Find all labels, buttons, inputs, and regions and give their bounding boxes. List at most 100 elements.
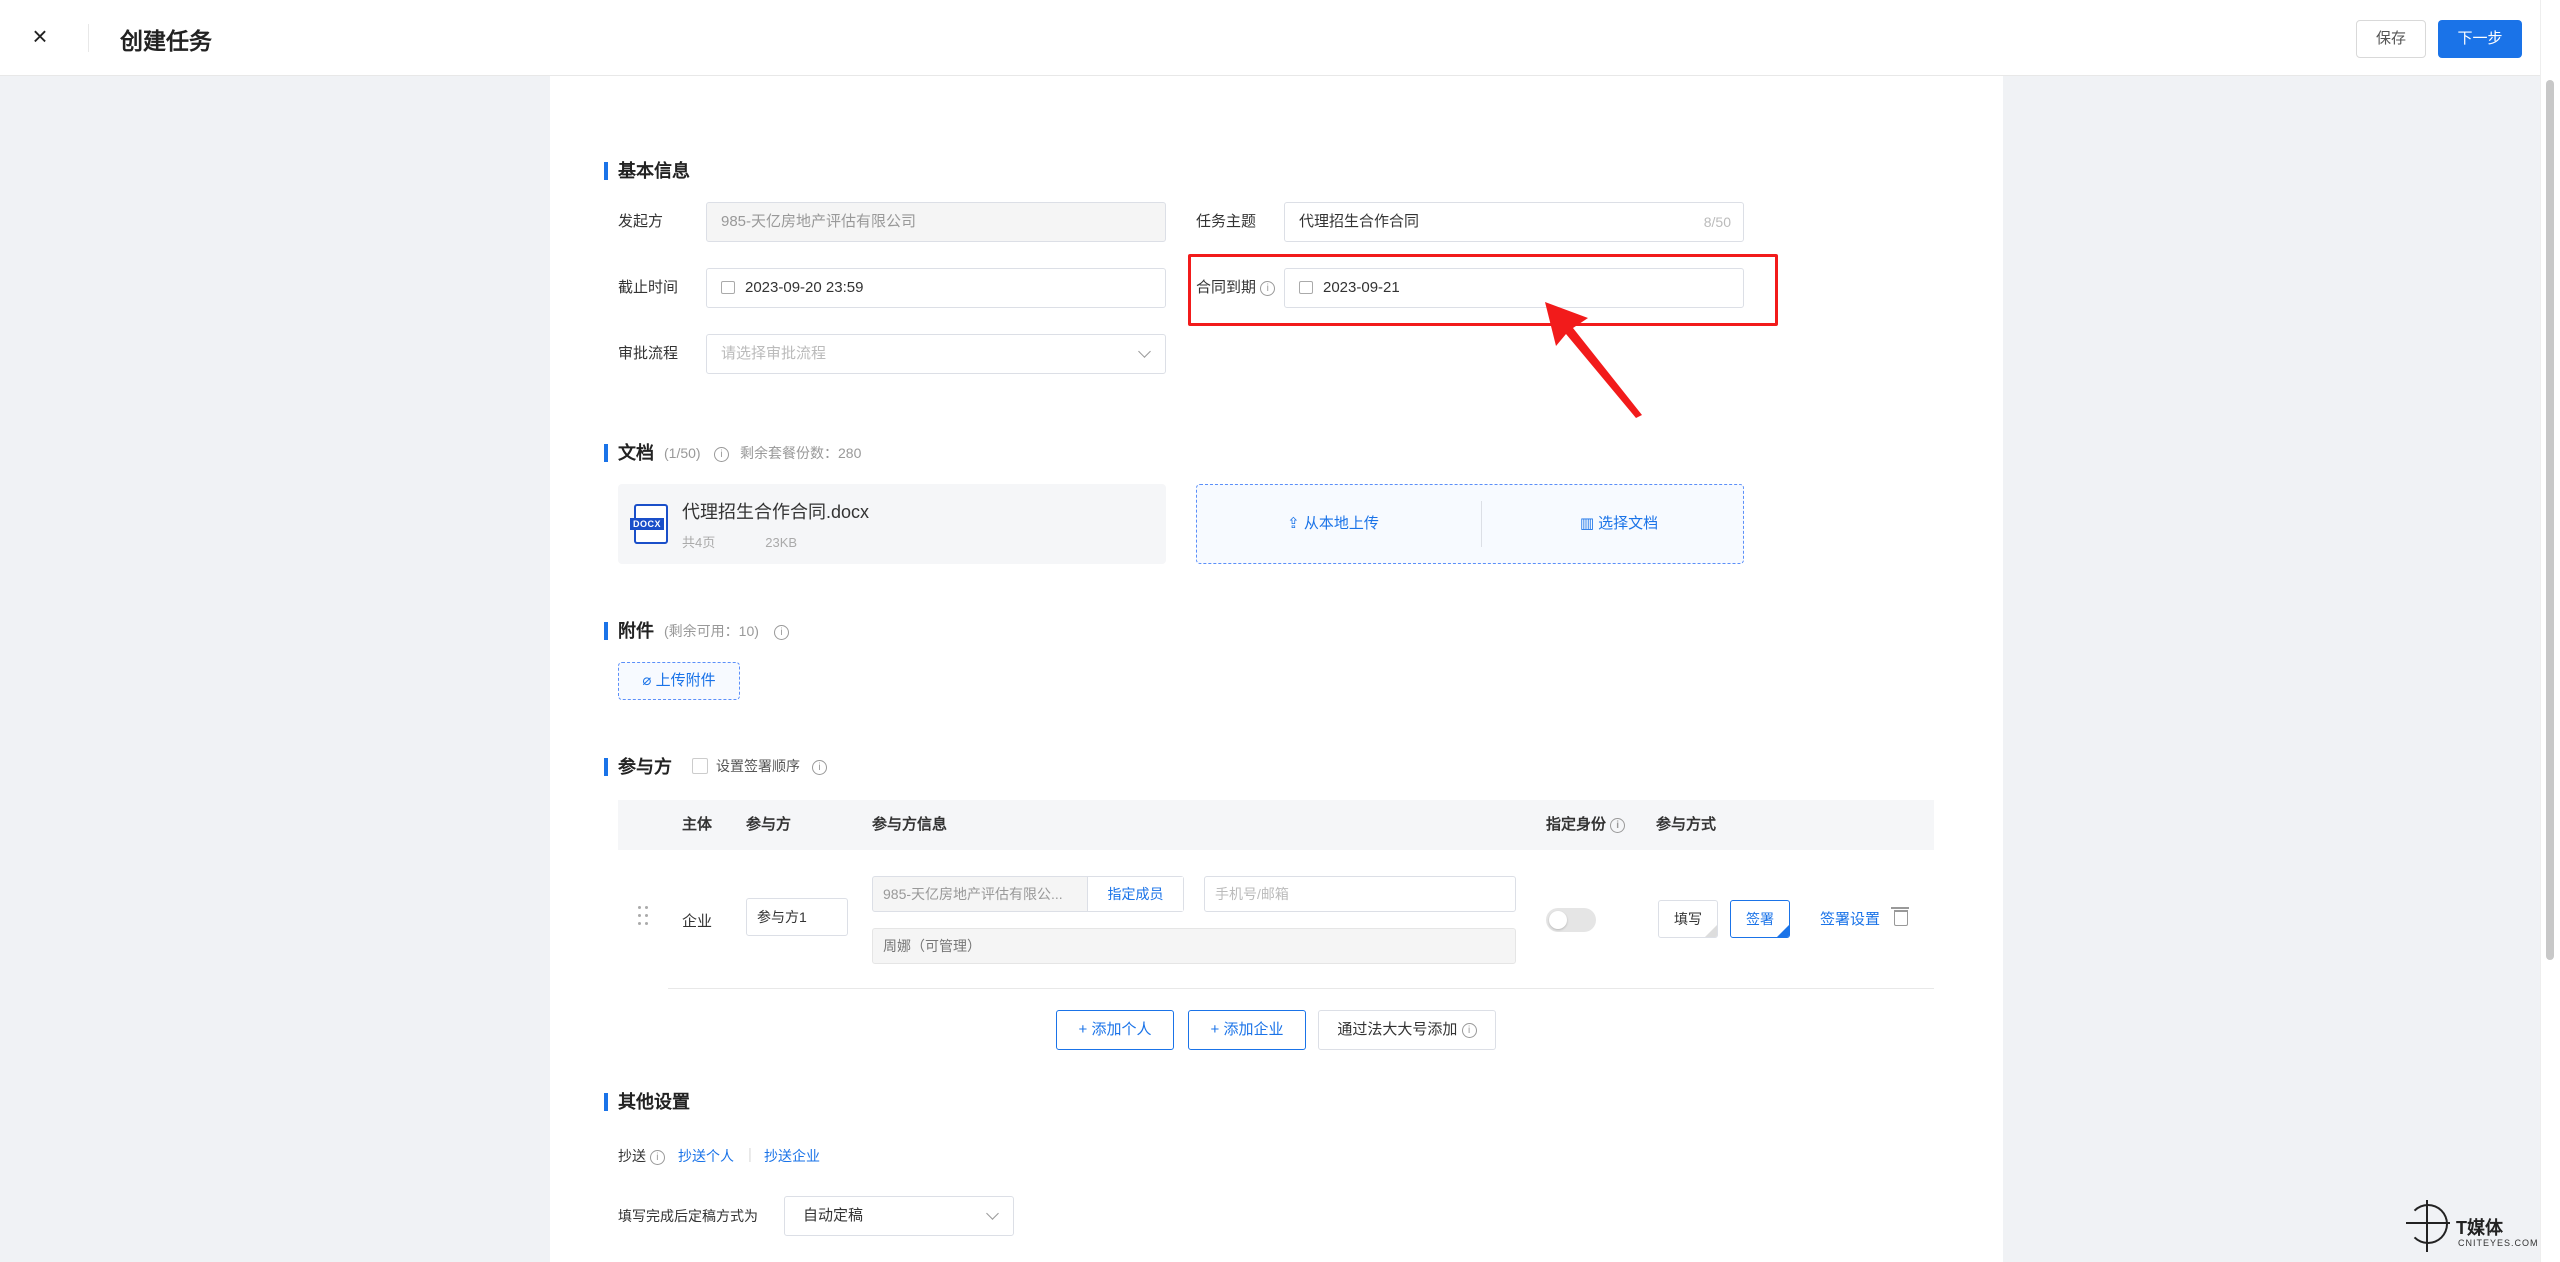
- subject-char-count: 8/50: [1703, 214, 1731, 230]
- document-name: 代理招生合作合同.docx: [682, 502, 870, 522]
- choose-document-label: 选择文档: [1598, 515, 1659, 532]
- page-title: 创建任务: [120, 28, 212, 54]
- info-icon[interactable]: i: [774, 624, 789, 640]
- upload-attachment-button[interactable]: ⌀ 上传附件: [618, 662, 740, 700]
- calendar-icon: [721, 280, 735, 294]
- finalize-select[interactable]: 自动定稿: [784, 1196, 1014, 1236]
- attachments-info: i: [774, 620, 789, 642]
- expiry-picker[interactable]: 2023-09-21: [1284, 268, 1744, 308]
- save-button[interactable]: 保存: [2356, 20, 2426, 58]
- corner-mark-icon: [1705, 925, 1717, 937]
- section-title-participants: 参与方: [604, 756, 672, 778]
- upload-local-label: 从本地上传: [1303, 515, 1379, 532]
- mode-fill-label: 填写: [1674, 911, 1702, 927]
- corner-mark-icon: [1777, 925, 1789, 937]
- info-icon[interactable]: i: [714, 446, 729, 462]
- cc-label: 抄送 i: [618, 1146, 665, 1166]
- watermark-logo-icon: [2408, 1204, 2448, 1244]
- attachments-remaining: (剩余可用：10): [664, 623, 759, 639]
- section-title-basic: 基本信息: [604, 160, 690, 182]
- close-icon[interactable]: ×: [28, 23, 52, 49]
- docx-file-icon: DOCX: [630, 504, 668, 544]
- documents-count: (1/50): [664, 445, 701, 461]
- brand-watermark: T媒体 CNITEYES.COM: [2406, 1200, 2556, 1256]
- participant-entity: 企业: [682, 913, 713, 930]
- cc-person-link[interactable]: 抄送个人: [678, 1146, 734, 1166]
- col-entity: 主体: [682, 816, 713, 833]
- finalize-label: 填写完成后定稿方式为: [618, 1208, 758, 1224]
- info-icon[interactable]: i: [812, 759, 827, 775]
- mode-fill-button[interactable]: 填写: [1658, 900, 1718, 938]
- document-library-icon: ▥: [1579, 515, 1599, 532]
- approval-placeholder: 请选择审批流程: [721, 345, 827, 362]
- document-card[interactable]: DOCX 代理招生合作合同.docx 共4页 23KB: [618, 484, 1166, 564]
- documents-info: i: [714, 442, 729, 464]
- sign-order-checkbox[interactable]: [692, 758, 708, 774]
- document-pages: 共4页: [682, 535, 716, 550]
- drag-handle-icon[interactable]: [638, 906, 650, 928]
- approval-select[interactable]: 请选择审批流程: [706, 334, 1166, 374]
- section-title-other: 其他设置: [604, 1091, 690, 1113]
- watermark-brand: T媒体: [2456, 1218, 2503, 1238]
- chevron-down-icon: [986, 1207, 999, 1220]
- mode-sign-button[interactable]: 签署: [1730, 900, 1790, 938]
- add-via-account-button[interactable]: 通过法大大号添加 i: [1318, 1010, 1496, 1050]
- expiry-label: 合同到期 i: [1196, 268, 1276, 308]
- paperclip-icon: ⌀: [642, 672, 656, 689]
- scrollbar-thumb[interactable]: [2546, 80, 2554, 960]
- assign-member-button[interactable]: 指定成员: [1087, 877, 1183, 911]
- section-title-attachments: 附件: [604, 620, 654, 642]
- subject-value: 代理招生合作合同: [1299, 213, 1420, 230]
- contact-input[interactable]: 手机号/邮箱: [1204, 876, 1516, 912]
- sign-settings-link[interactable]: 签署设置: [1820, 908, 1880, 929]
- choose-document-button[interactable]: ▥ 选择文档: [1483, 485, 1755, 562]
- document-meta: 共4页 23KB: [682, 532, 797, 551]
- subject-label: 任务主题: [1196, 213, 1257, 230]
- participants-table-header: 主体 参与方 参与方信息 指定身份 i 参与方式: [618, 800, 1934, 850]
- expiry-label-text: 合同到期: [1196, 279, 1257, 296]
- add-person-button[interactable]: + 添加个人: [1056, 1010, 1174, 1050]
- initiator-label: 发起方: [618, 213, 664, 230]
- documents-remaining: 剩余套餐份数：280: [740, 445, 862, 461]
- col-mode: 参与方式: [1656, 816, 1717, 833]
- deadline-picker[interactable]: 2023-09-20 23:59: [706, 268, 1166, 308]
- upload-divider: [1481, 501, 1482, 547]
- document-upload-area: ⇪ 从本地上传 ▥ 选择文档: [1196, 484, 1744, 564]
- watermark-logo-line: [2406, 1222, 2450, 1224]
- add-company-button[interactable]: + 添加企业: [1188, 1010, 1306, 1050]
- info-icon[interactable]: i: [1610, 817, 1626, 833]
- participant-org-field: 985-天亿房地产评估有限公... 指定成员: [872, 876, 1184, 912]
- docx-badge: DOCX: [630, 518, 665, 530]
- cc-company-link[interactable]: 抄送企业: [764, 1146, 820, 1166]
- form-panel: [550, 76, 2003, 1262]
- participant-org-name: 985-天亿房地产评估有限公...: [883, 886, 1063, 902]
- cc-label-text: 抄送: [618, 1148, 646, 1164]
- sign-order-label: 设置签署顺序: [716, 758, 800, 774]
- header-divider: [88, 24, 89, 52]
- watermark-sub: CNITEYES.COM: [2458, 1238, 2539, 1248]
- add-via-account-label: 通过法大大号添加: [1337, 1021, 1458, 1038]
- row-divider: [668, 988, 1934, 989]
- section-title-documents: 文档: [604, 442, 654, 464]
- info-icon[interactable]: i: [1461, 1022, 1477, 1038]
- participant-name-input[interactable]: 参与方1: [746, 898, 848, 936]
- participant-member-field: 周娜（可管理）: [872, 928, 1516, 964]
- info-icon[interactable]: i: [649, 1149, 665, 1165]
- cc-divider: |: [748, 1146, 752, 1163]
- approval-label: 审批流程: [618, 345, 679, 362]
- expiry-value: 2023-09-21: [1323, 279, 1400, 296]
- col-identity-label: 指定身份: [1546, 816, 1607, 833]
- deadline-value: 2023-09-20 23:59: [745, 279, 864, 296]
- identity-toggle[interactable]: [1546, 908, 1596, 932]
- info-icon[interactable]: i: [1260, 280, 1276, 296]
- upload-attachment-label: 上传附件: [655, 672, 716, 689]
- col-identity: 指定身份 i: [1546, 800, 1626, 850]
- next-step-button[interactable]: 下一步: [2438, 20, 2522, 58]
- deadline-label: 截止时间: [618, 279, 679, 296]
- mode-sign-label: 签署: [1746, 911, 1774, 927]
- subject-input[interactable]: 代理招生合作合同 8/50: [1284, 202, 1744, 242]
- upload-icon: ⇪: [1287, 515, 1304, 532]
- col-party: 参与方: [746, 816, 792, 833]
- trash-icon[interactable]: [1891, 907, 1909, 926]
- upload-local-button[interactable]: ⇪ 从本地上传: [1197, 485, 1469, 562]
